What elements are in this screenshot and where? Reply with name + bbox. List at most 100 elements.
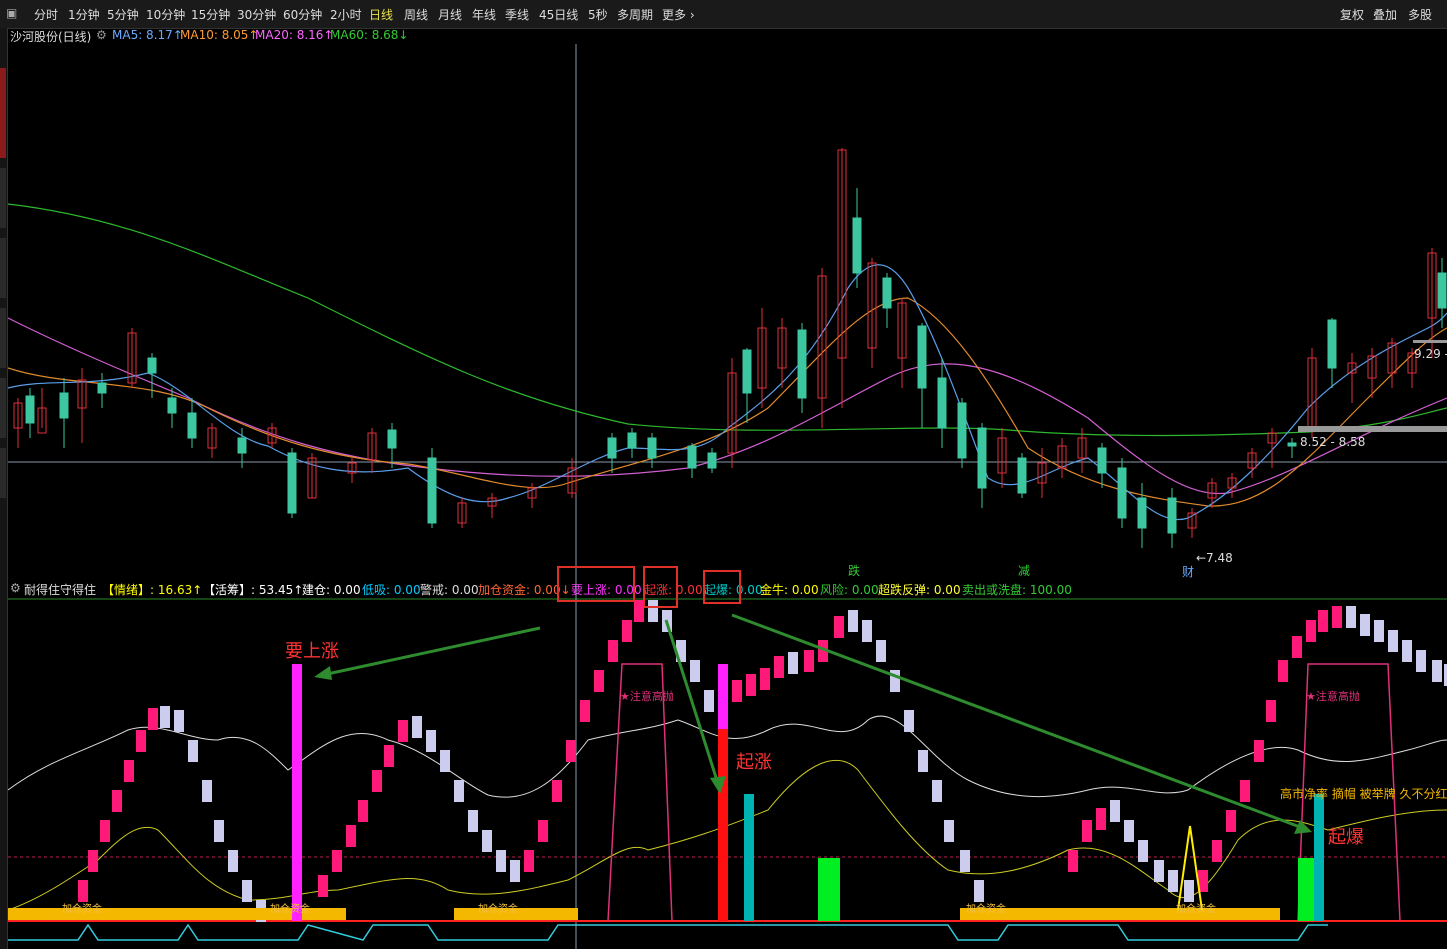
signal-up-bar xyxy=(292,664,302,921)
stair-block xyxy=(78,880,88,902)
orange-bar-label-1: 加仓资金 xyxy=(270,902,310,915)
stair-block xyxy=(552,780,562,802)
stair-block xyxy=(1306,620,1316,642)
stair-block xyxy=(594,670,604,692)
candle-body xyxy=(147,357,157,374)
toolbar-right-0[interactable]: 复权 xyxy=(1340,6,1364,23)
signal-rise-bar xyxy=(718,729,728,921)
stair-block xyxy=(1360,614,1370,636)
stair-block xyxy=(188,740,198,762)
stair-block xyxy=(100,820,110,842)
period-tab-15[interactable]: 多周期 xyxy=(617,6,653,23)
stair-block xyxy=(746,674,756,696)
stair-block xyxy=(1278,660,1288,682)
arrow-up-head xyxy=(314,666,332,680)
highlight-box-burst xyxy=(703,570,741,604)
stair-block xyxy=(1346,606,1356,628)
stair-block xyxy=(346,825,356,847)
stair-block xyxy=(732,680,742,702)
candle-body xyxy=(977,427,987,489)
toolbar-right-1[interactable]: 叠加 xyxy=(1373,6,1397,23)
note-high-2: ★注意高抛 xyxy=(1306,689,1360,703)
callout-up: 要上涨 xyxy=(285,641,339,662)
candle-body xyxy=(647,437,657,459)
stair-block xyxy=(1110,800,1120,822)
candle-body xyxy=(957,402,967,459)
stair-block xyxy=(1374,620,1384,642)
candle-body xyxy=(1327,319,1337,369)
candle-body xyxy=(1437,272,1447,309)
bottom-zigzag xyxy=(8,923,1328,941)
stair-block xyxy=(1168,870,1178,892)
note-high-1: ★注意高抛 xyxy=(620,689,674,703)
stair-block xyxy=(1184,880,1194,902)
period-tab-1[interactable]: 1分钟 xyxy=(68,6,100,23)
orange-bar-label-4: 加仓资金 xyxy=(1176,902,1216,915)
period-tab-13[interactable]: 45日线 xyxy=(539,6,578,23)
signal-green-bar xyxy=(818,858,840,921)
period-tab-8[interactable]: 日线 xyxy=(369,6,393,23)
period-tab-5[interactable]: 30分钟 xyxy=(237,6,276,23)
side-tab[interactable] xyxy=(0,308,6,368)
stair-block xyxy=(88,850,98,872)
candle-body xyxy=(937,377,947,429)
side-tab[interactable] xyxy=(0,448,6,498)
period-tab-7[interactable]: 2小时 xyxy=(330,6,362,23)
period-tab-12[interactable]: 季线 xyxy=(505,6,529,23)
candle-body xyxy=(1017,457,1027,494)
stair-block xyxy=(1138,840,1148,862)
stair-block xyxy=(932,780,942,802)
stair-block xyxy=(1416,650,1426,672)
range-label: 8.52 - 8.58 xyxy=(1300,435,1365,449)
stair-block xyxy=(1154,860,1164,882)
candle-body xyxy=(742,349,752,394)
arrow-burst xyxy=(731,613,1309,832)
candle-body xyxy=(167,397,177,414)
period-tab-6[interactable]: 60分钟 xyxy=(283,6,322,23)
candle-body xyxy=(707,452,717,469)
stair-block xyxy=(202,780,212,802)
side-tab[interactable] xyxy=(0,168,6,228)
event-mark-0: 跌 xyxy=(848,563,860,578)
period-tab-16[interactable]: 更多 › xyxy=(662,6,695,23)
stair-block xyxy=(214,820,224,842)
period-tab-0[interactable]: 分时 xyxy=(34,6,58,23)
stair-block xyxy=(482,830,492,852)
stair-block xyxy=(1318,610,1328,632)
side-tab[interactable] xyxy=(0,378,6,438)
period-tab-14[interactable]: 5秒 xyxy=(588,6,608,23)
toolbar-right-2[interactable]: 多股 xyxy=(1408,6,1432,23)
period-tab-2[interactable]: 5分钟 xyxy=(107,6,139,23)
stair-block xyxy=(160,706,170,728)
candle-body xyxy=(1097,447,1107,474)
period-tab-4[interactable]: 15分钟 xyxy=(191,6,230,23)
candle-body xyxy=(687,445,697,469)
stair-block xyxy=(510,860,520,882)
candlestick-chart[interactable]: ←7.48 9.29 - 8.52 - 8.58 跌 减 财 xyxy=(8,28,1447,580)
candle-body xyxy=(97,382,107,394)
candle-body xyxy=(882,277,892,309)
stair-block xyxy=(538,820,548,842)
orange-bar-label-2: 加仓资金 xyxy=(478,902,518,915)
stair-block xyxy=(174,710,184,732)
stair-block xyxy=(690,660,700,682)
stair-block xyxy=(412,716,422,738)
period-tab-9[interactable]: 周线 xyxy=(404,6,428,23)
side-tab-active[interactable] xyxy=(0,68,6,158)
stair-block xyxy=(524,850,534,872)
stair-block xyxy=(440,750,450,772)
side-tab[interactable] xyxy=(0,238,6,298)
event-mark-1: 减 xyxy=(1018,564,1030,578)
stair-block xyxy=(228,850,238,872)
candle-body xyxy=(237,437,247,454)
stair-block xyxy=(1082,820,1092,842)
period-tab-10[interactable]: 月线 xyxy=(438,6,462,23)
highlight-box-up xyxy=(557,566,635,602)
indicator-chart[interactable]: 要上涨起涨起爆 ★注意高抛 ★注意高抛高市净率 摘帽 被举牌 久不分红加仓资金 加仓资… xyxy=(8,580,1447,949)
period-tab-11[interactable]: 年线 xyxy=(472,6,496,23)
candle-body xyxy=(1167,497,1177,534)
candle-body xyxy=(1287,442,1297,447)
period-tab-3[interactable]: 10分钟 xyxy=(146,6,185,23)
window-icon[interactable]: ▣ xyxy=(6,6,17,20)
stair-block xyxy=(1292,636,1302,658)
